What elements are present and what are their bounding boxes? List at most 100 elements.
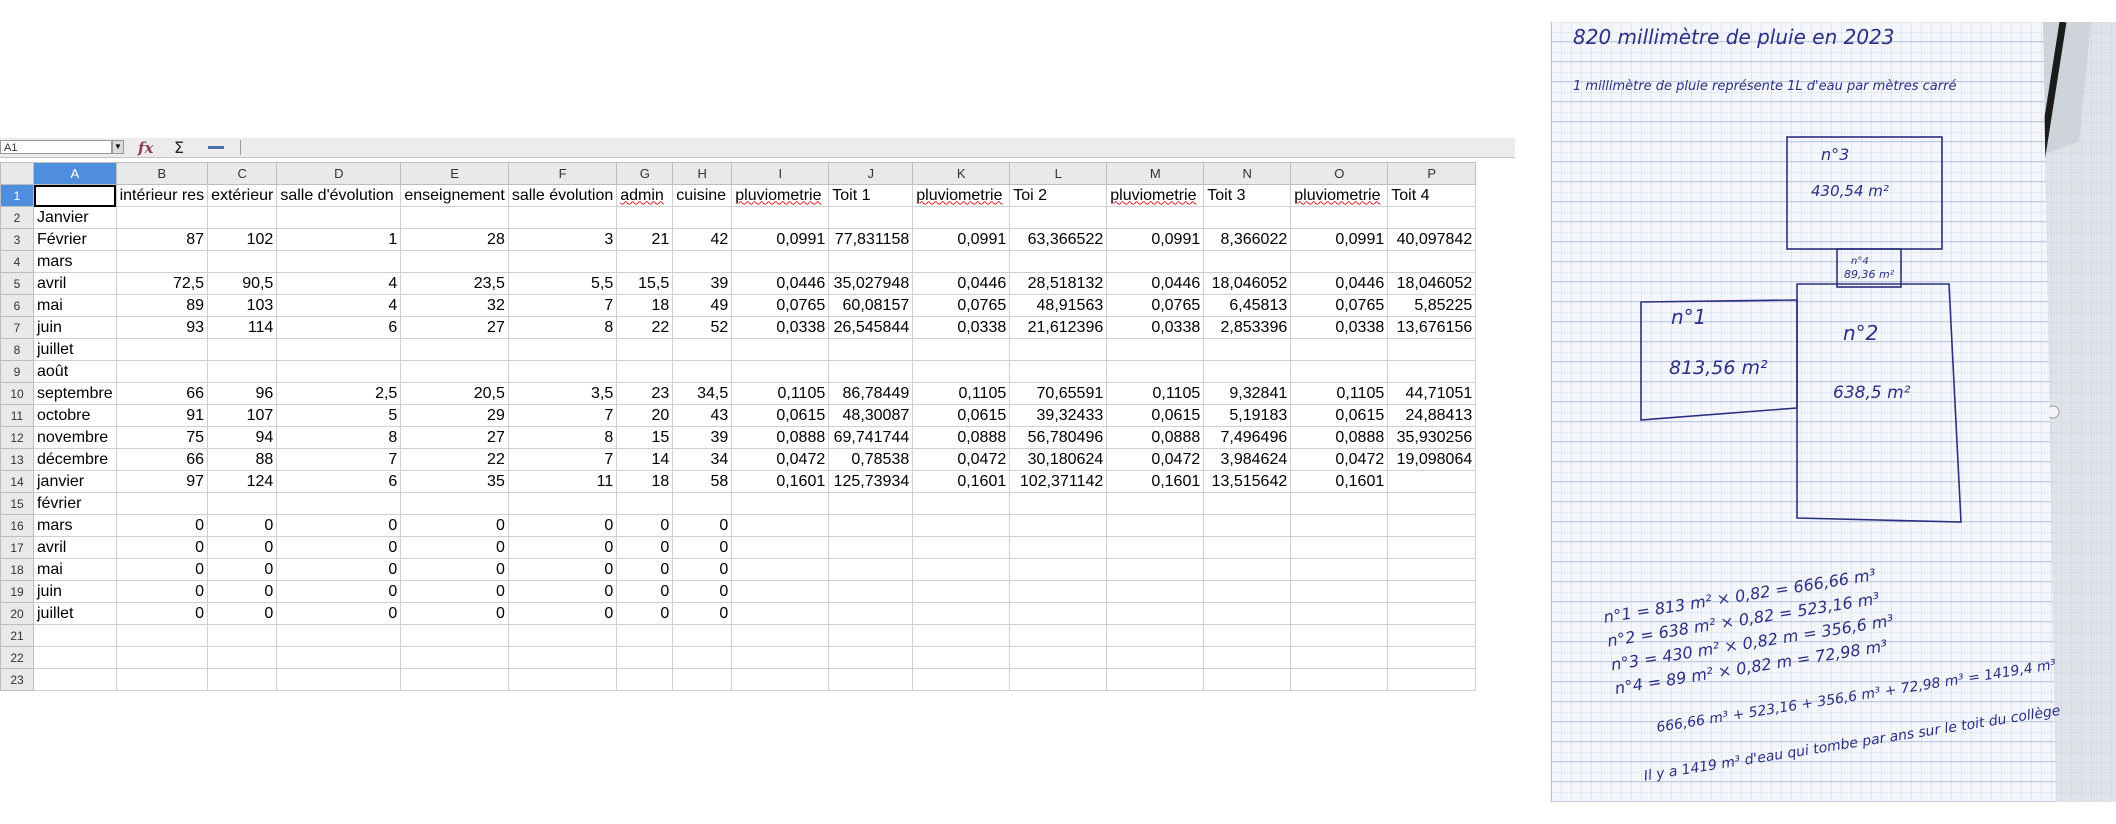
cell[interactable]: Janvier: [33, 206, 117, 229]
cell[interactable]: 18: [616, 294, 674, 317]
cell[interactable]: 6: [276, 316, 402, 339]
cell[interactable]: 0,0446: [1290, 272, 1389, 295]
cell[interactable]: 39,32433: [1009, 404, 1108, 427]
cell[interactable]: 44,71051: [1387, 382, 1477, 405]
cell[interactable]: [731, 360, 830, 383]
cell[interactable]: [731, 624, 830, 647]
cell[interactable]: [1009, 558, 1108, 581]
cell[interactable]: [1009, 646, 1108, 669]
cell[interactable]: 0,0765: [912, 294, 1011, 317]
cell[interactable]: 0,0615: [1290, 404, 1389, 427]
cell[interactable]: [828, 360, 914, 383]
cell[interactable]: 15: [616, 426, 674, 449]
cell[interactable]: 40,097842: [1387, 228, 1477, 251]
cell[interactable]: mars: [33, 514, 117, 537]
cell[interactable]: [672, 338, 733, 361]
cell[interactable]: 0,0472: [731, 448, 830, 471]
cell[interactable]: [912, 492, 1011, 515]
name-box-dropdown-icon[interactable]: ▼: [112, 140, 124, 154]
cell[interactable]: [912, 602, 1011, 625]
cell[interactable]: [1203, 206, 1292, 229]
cell[interactable]: [507, 668, 618, 691]
cell[interactable]: 103: [207, 294, 278, 317]
cell[interactable]: 77,831158: [828, 228, 914, 251]
cell[interactable]: [731, 558, 830, 581]
cell[interactable]: 14: [616, 448, 674, 471]
cell[interactable]: 96: [207, 382, 278, 405]
cell[interactable]: [1203, 624, 1292, 647]
cell[interactable]: 0: [276, 536, 402, 559]
cell[interactable]: 0: [616, 602, 674, 625]
cell[interactable]: 34: [672, 448, 733, 471]
cell[interactable]: 24,88413: [1387, 404, 1477, 427]
cell[interactable]: [1290, 624, 1389, 647]
cell[interactable]: avril: [33, 272, 117, 295]
cell[interactable]: [207, 646, 278, 669]
cell[interactable]: [33, 624, 117, 647]
cell[interactable]: [1009, 514, 1108, 537]
cell[interactable]: [1106, 514, 1205, 537]
cell[interactable]: [1106, 338, 1205, 361]
cell[interactable]: [1009, 492, 1108, 515]
cell[interactable]: [115, 250, 209, 273]
cell[interactable]: [1009, 602, 1108, 625]
cell[interactable]: 0,0446: [731, 272, 830, 295]
cell[interactable]: [1387, 338, 1477, 361]
cell[interactable]: 35: [400, 470, 509, 493]
column-header[interactable]: G: [616, 162, 674, 185]
cell[interactable]: [400, 250, 509, 273]
cell[interactable]: pluviometrie: [1106, 184, 1205, 207]
cell[interactable]: 27: [400, 316, 509, 339]
cell[interactable]: 0: [115, 536, 209, 559]
column-header[interactable]: N: [1203, 162, 1292, 185]
cell[interactable]: [1290, 646, 1389, 669]
cell[interactable]: pluviometrie: [1290, 184, 1389, 207]
cell[interactable]: [912, 668, 1011, 691]
cell[interactable]: [1290, 492, 1389, 515]
cell[interactable]: [276, 624, 402, 647]
cell[interactable]: 60,08157: [828, 294, 914, 317]
cell[interactable]: 35,930256: [1387, 426, 1477, 449]
cell[interactable]: [207, 338, 278, 361]
cell[interactable]: 42: [672, 228, 733, 251]
cell[interactable]: [912, 558, 1011, 581]
cell[interactable]: salle d'évolution: [276, 184, 402, 207]
cell[interactable]: 102,371142: [1009, 470, 1108, 493]
cell[interactable]: [912, 514, 1011, 537]
cell[interactable]: [731, 514, 830, 537]
cell[interactable]: 107: [207, 404, 278, 427]
cell[interactable]: [1290, 536, 1389, 559]
cell[interactable]: [912, 624, 1011, 647]
cell[interactable]: 125,73934: [828, 470, 914, 493]
cell[interactable]: 2,5: [276, 382, 402, 405]
cell[interactable]: 0,1105: [912, 382, 1011, 405]
cell[interactable]: 20,5: [400, 382, 509, 405]
cell[interactable]: 0,1601: [1106, 470, 1205, 493]
cell[interactable]: 0: [207, 602, 278, 625]
row-header[interactable]: 17: [0, 536, 34, 559]
cell[interactable]: 0,0615: [1106, 404, 1205, 427]
cell[interactable]: 0,0446: [912, 272, 1011, 295]
cell[interactable]: pluviometrie: [912, 184, 1011, 207]
cell[interactable]: 28,518132: [1009, 272, 1108, 295]
cell[interactable]: juin: [33, 316, 117, 339]
cell[interactable]: 18,046052: [1387, 272, 1477, 295]
cell[interactable]: [616, 250, 674, 273]
cell[interactable]: [1387, 602, 1477, 625]
cell[interactable]: 39: [672, 272, 733, 295]
column-header[interactable]: E: [400, 162, 509, 185]
cell[interactable]: 26,545844: [828, 316, 914, 339]
cell[interactable]: 69,741744: [828, 426, 914, 449]
cell[interactable]: [828, 558, 914, 581]
cell[interactable]: 7: [507, 404, 618, 427]
cell[interactable]: [507, 360, 618, 383]
cell[interactable]: 0,0991: [1290, 228, 1389, 251]
cell[interactable]: [276, 492, 402, 515]
cell[interactable]: 86,78449: [828, 382, 914, 405]
cell[interactable]: 0: [672, 580, 733, 603]
name-box[interactable]: A1: [0, 140, 112, 154]
cell[interactable]: août: [33, 360, 117, 383]
cell[interactable]: 0: [507, 558, 618, 581]
cell[interactable]: [1203, 668, 1292, 691]
cell[interactable]: novembre: [33, 426, 117, 449]
